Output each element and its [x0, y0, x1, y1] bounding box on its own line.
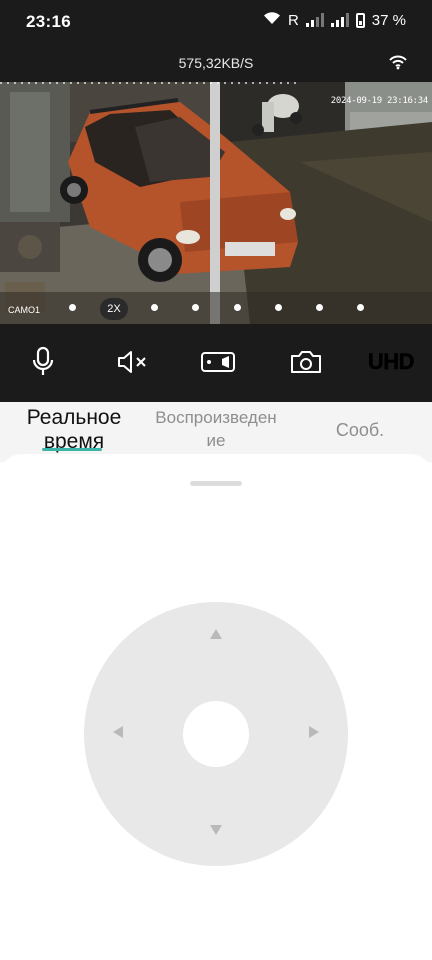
zoom-step-dot[interactable] — [69, 304, 76, 311]
zoom-step-dot[interactable] — [315, 304, 323, 311]
wifi-icon — [263, 11, 281, 29]
ptz-up-button[interactable] — [204, 624, 228, 648]
triangle-left-icon — [112, 725, 124, 744]
control-bar: UHD — [0, 324, 432, 402]
cell-signal-icon — [305, 13, 324, 27]
tab-bar: Реальное время Воспроизведен ие Сооб. — [0, 402, 432, 462]
active-tab-indicator — [42, 448, 102, 451]
cell-signal-2-icon — [330, 13, 349, 27]
ptz-joystick[interactable] — [84, 602, 348, 866]
zoom-level-badge[interactable]: 2X — [100, 298, 128, 320]
microphone-icon — [31, 346, 55, 383]
speaker-muted-icon — [116, 350, 148, 379]
ptz-sheet — [0, 454, 432, 960]
quality-toggle[interactable]: UHD — [368, 349, 415, 375]
tab-playback-line1: Воспроизведен — [155, 408, 277, 427]
tab-live[interactable]: Реальное время — [14, 406, 134, 454]
ptz-center-button[interactable] — [183, 701, 249, 767]
triangle-down-icon — [209, 823, 223, 841]
camera-wifi-icon — [388, 54, 408, 75]
mute-button[interactable] — [112, 344, 152, 384]
top-header: 23:16 R 37 % 575,32KB/S — [0, 0, 432, 82]
zoom-step-dot[interactable] — [357, 304, 364, 311]
ptz-down-button[interactable] — [204, 820, 228, 844]
status-time: 23:16 — [26, 12, 71, 31]
zoom-track — [0, 82, 300, 84]
tab-playback-line2: ие — [206, 431, 226, 450]
camera-osd-label: CAMO1 — [8, 305, 41, 315]
zoom-step-dot[interactable] — [233, 304, 241, 311]
camera-icon — [289, 349, 323, 380]
triangle-right-icon — [308, 725, 320, 744]
status-icons: R 37 % — [263, 11, 406, 29]
tab-playback[interactable]: Воспроизведен ие — [138, 406, 294, 452]
record-button[interactable] — [198, 344, 238, 384]
zoom-step-dot[interactable] — [274, 304, 282, 311]
battery-percent: 37 % — [371, 11, 406, 29]
bitrate-readout: 575,32KB/S — [178, 55, 254, 71]
video-record-icon — [200, 350, 236, 379]
triangle-up-icon — [209, 627, 223, 645]
camera-frame-image — [0, 82, 432, 324]
sheet-handle[interactable] — [190, 481, 242, 486]
snapshot-button[interactable] — [286, 344, 326, 384]
ptz-right-button[interactable] — [302, 722, 326, 746]
tab-messages[interactable]: Сооб. — [320, 418, 400, 442]
battery-icon — [355, 12, 365, 28]
ptz-left-button[interactable] — [106, 722, 130, 746]
live-video-feed[interactable]: 2024-09-19 23:16:34 CAMO1 2X — [0, 82, 432, 324]
microphone-button[interactable] — [23, 344, 63, 384]
roaming-indicator: R — [287, 11, 299, 29]
status-bar: 23:16 R 37 % — [0, 0, 432, 44]
video-timestamp: 2024-09-19 23:16:34 — [330, 96, 429, 106]
